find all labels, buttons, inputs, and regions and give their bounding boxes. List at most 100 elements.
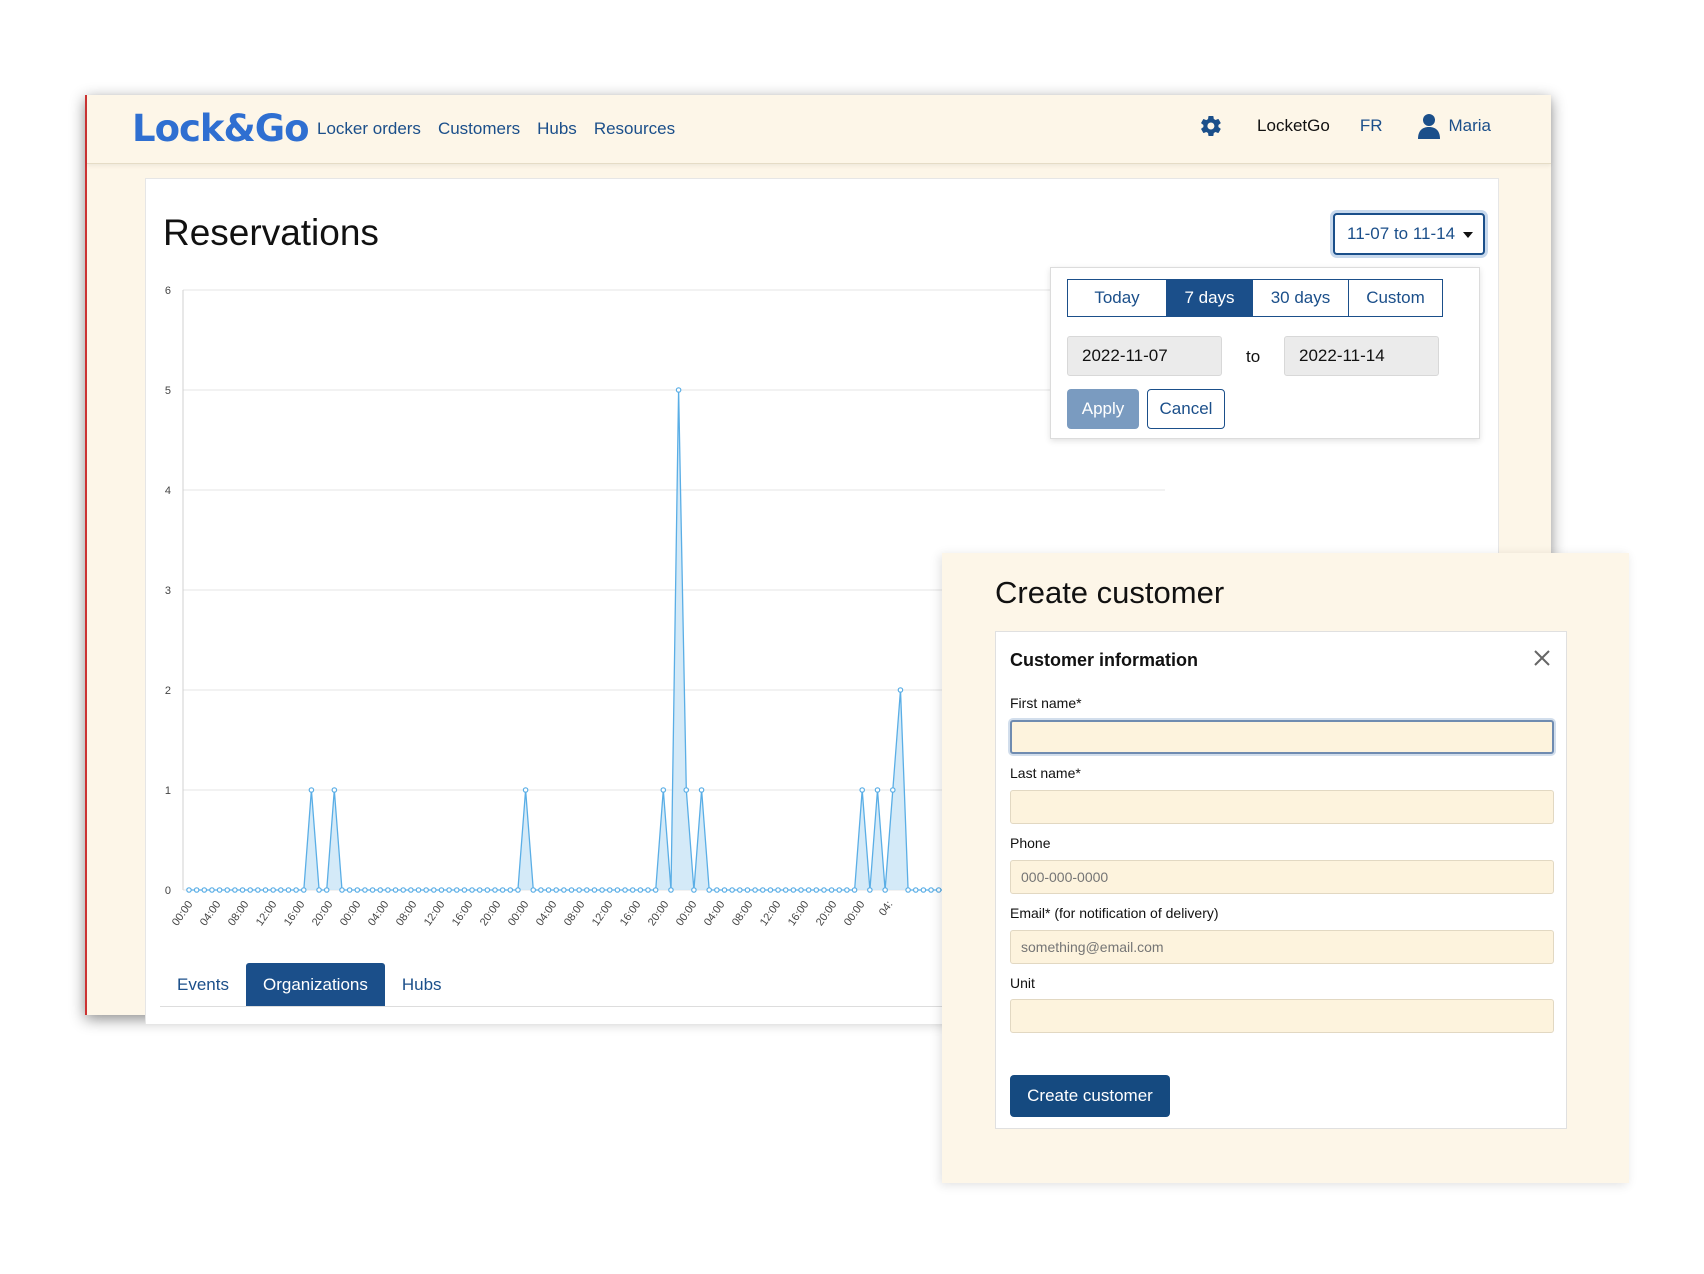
create-customer-panel: Create customer Customer information Fir…	[942, 553, 1629, 1183]
nav-link-locker-orders[interactable]: Locker orders	[317, 119, 421, 139]
data-point	[446, 887, 452, 893]
bottom-tabs: Events Organizations Hubs	[160, 963, 459, 1006]
nav-link-customers[interactable]: Customers	[438, 119, 520, 139]
data-point	[408, 887, 414, 893]
data-point	[744, 887, 751, 893]
data-point	[331, 787, 338, 793]
data-point	[706, 887, 713, 893]
data-point	[201, 887, 208, 893]
email-label: Email* (for notification of delivery)	[1010, 905, 1219, 921]
customer-form: Customer information First name* Last na…	[995, 631, 1567, 1129]
range-option-30-days[interactable]: 30 days	[1253, 279, 1349, 317]
data-point	[729, 887, 735, 893]
data-point	[721, 887, 728, 893]
logo[interactable]: Lock&Go	[132, 107, 310, 150]
data-point	[928, 887, 934, 893]
x-tick-label: 04:00	[366, 899, 392, 928]
range-option-today[interactable]: Today	[1067, 279, 1167, 317]
phone-input[interactable]	[1010, 860, 1554, 894]
email-input[interactable]	[1010, 930, 1554, 964]
unit-input[interactable]	[1010, 999, 1554, 1033]
y-tick-label: 6	[165, 285, 171, 297]
data-point	[323, 887, 330, 893]
x-tick-label: 12:00	[254, 899, 280, 928]
tab-events[interactable]: Events	[160, 963, 246, 1006]
data-point	[714, 887, 720, 893]
unit-label: Unit	[1010, 975, 1035, 991]
nav-link-resources[interactable]: Resources	[594, 119, 675, 139]
data-point	[606, 887, 613, 893]
caret-down-icon	[1463, 232, 1473, 238]
data-point	[844, 887, 850, 893]
user-name: Maria	[1448, 116, 1491, 135]
data-point	[583, 887, 590, 893]
close-icon[interactable]	[1532, 648, 1552, 668]
series-area	[189, 390, 954, 890]
gear-icon[interactable]	[1199, 114, 1223, 138]
data-point	[691, 887, 697, 893]
x-tick-label: 00:00	[338, 899, 364, 928]
data-point	[515, 887, 521, 893]
page-title: Reservations	[163, 212, 379, 253]
data-point	[813, 887, 820, 893]
data-point	[652, 887, 659, 893]
nav-link-hubs[interactable]: Hubs	[537, 119, 577, 139]
data-point	[369, 887, 376, 893]
start-date-input[interactable]: 2022-11-07	[1067, 336, 1222, 376]
data-point	[530, 887, 537, 893]
x-tick-label: 00:00	[170, 899, 196, 928]
data-point	[882, 887, 888, 893]
date-range-dropdown[interactable]: 11-07 to 11-14	[1333, 213, 1485, 255]
data-point	[293, 887, 299, 893]
tab-organizations[interactable]: Organizations	[245, 963, 385, 1006]
data-point	[453, 887, 460, 893]
end-date-input[interactable]: 2022-11-14	[1284, 336, 1439, 376]
x-tick-label: 12:00	[422, 899, 448, 928]
x-tick-label: 04:00	[534, 899, 560, 928]
data-point	[912, 887, 919, 893]
x-tick-label: 12:00	[590, 899, 616, 928]
data-point	[553, 887, 560, 893]
date-range-label: 11-07 to 11-14	[1347, 224, 1456, 243]
x-tick-label: 08:00	[394, 899, 420, 928]
apply-button[interactable]: Apply	[1067, 389, 1139, 429]
y-tick-label: 1	[165, 785, 171, 797]
x-tick-label: 20:00	[310, 899, 336, 928]
data-point	[492, 887, 498, 893]
data-point	[874, 787, 881, 793]
range-option-custom[interactable]: Custom	[1349, 279, 1443, 317]
data-point	[423, 887, 429, 893]
first-name-input[interactable]	[1010, 720, 1554, 754]
data-point	[775, 887, 781, 893]
y-tick-label: 0	[165, 885, 171, 897]
data-point	[782, 887, 789, 893]
data-point	[392, 887, 399, 893]
nav-links: Locker orders Customers Hubs Resources	[317, 119, 675, 139]
chart-y-ticks: 0 1 2 3 4 5 6	[165, 285, 171, 897]
create-customer-button[interactable]: Create customer	[1010, 1075, 1170, 1117]
data-point	[354, 887, 361, 893]
org-name[interactable]: LocketGo	[1257, 116, 1330, 136]
last-name-input[interactable]	[1010, 790, 1554, 824]
x-tick-label: 12:00	[758, 899, 784, 928]
phone-label: Phone	[1010, 835, 1051, 851]
range-segmented-control: Today 7 days 30 days Custom	[1067, 279, 1443, 317]
language-toggle[interactable]: FR	[1360, 116, 1383, 136]
range-option-7-days[interactable]: 7 days	[1167, 279, 1253, 317]
data-point	[867, 887, 873, 893]
x-tick-label: 00:00	[842, 899, 868, 928]
data-point	[683, 787, 690, 793]
data-point	[920, 887, 927, 893]
to-label: to	[1246, 347, 1261, 366]
user-menu[interactable]: Maria	[1418, 113, 1491, 139]
cancel-button[interactable]: Cancel	[1147, 389, 1225, 429]
data-point	[476, 887, 483, 893]
data-point	[224, 887, 231, 893]
data-point	[308, 787, 315, 793]
x-tick-label: 04:00	[198, 899, 224, 928]
data-point	[576, 887, 582, 893]
tab-hubs[interactable]: Hubs	[385, 963, 459, 1006]
date-range-popover: Today 7 days 30 days Custom 2022-11-07 t…	[1050, 267, 1480, 439]
data-point	[538, 887, 544, 893]
x-tick-label: 00:00	[506, 899, 532, 928]
